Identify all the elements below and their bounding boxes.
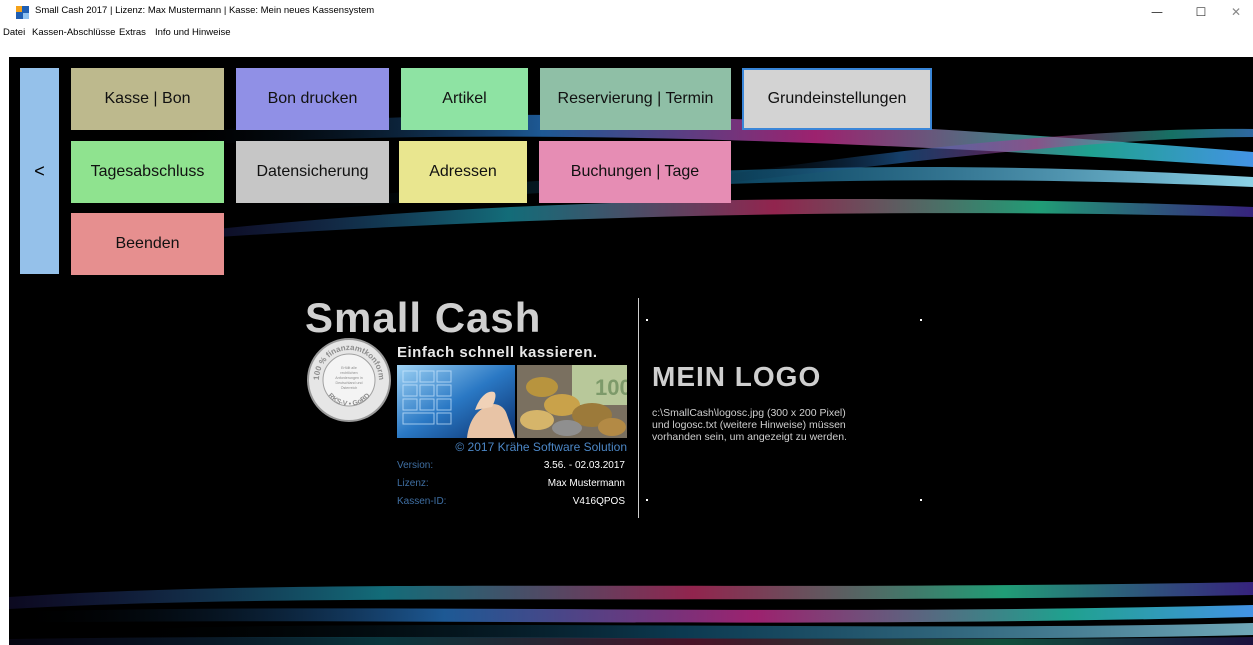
svg-text:100: 100 (595, 375, 627, 400)
register-id-label: Kassen-ID: (397, 496, 447, 507)
tile-bon-drucken[interactable]: Bon drucken (236, 68, 389, 130)
brand-title: Small Cash (305, 294, 542, 341)
tile-tagesabschluss[interactable]: Tagesabschluss (71, 141, 224, 203)
keyboard-photo (397, 365, 515, 438)
license-value: Max Mustermann (547, 478, 625, 489)
license-label: Lizenz: (397, 478, 429, 489)
menu-bar: Datei Kassen-Abschlüsse Extras Info und … (0, 24, 1253, 40)
tile-grundeinstellungen[interactable]: Grundeinstellungen (742, 68, 932, 130)
tile-datensicherung[interactable]: Datensicherung (236, 141, 389, 203)
compliance-seal-icon: 100 % finanzamtkonform RKS-V • GoBD Erfü… (307, 338, 391, 422)
corner-marker (920, 319, 922, 321)
tile-buchungen-tage[interactable]: Buchungen | Tage (539, 141, 731, 203)
menu-kassen-abschluesse[interactable]: Kassen-Abschlüsse (32, 27, 115, 38)
menu-datei[interactable]: Datei (3, 27, 25, 38)
logo-hint-line: und logosc.txt (weitere Hinweise) müssen (652, 419, 846, 431)
menu-extras[interactable]: Extras (119, 27, 146, 38)
corner-marker (646, 499, 648, 501)
register-id-value: V416QPOS (572, 496, 625, 507)
tile-adressen[interactable]: Adressen (399, 141, 527, 203)
version-value: 3.56. - 02.03.2017 (543, 460, 625, 471)
vertical-divider (638, 298, 639, 518)
logo-hint-line: c:\SmallCash\logosc.jpg (300 x 200 Pixel… (652, 407, 846, 419)
money-photo: 100 (517, 365, 627, 438)
dashboard: < Kasse | Bon Bon drucken Artikel Reserv… (9, 57, 1253, 645)
tile-kasse-bon[interactable]: Kasse | Bon (71, 68, 224, 130)
tile-beenden[interactable]: Beenden (71, 213, 224, 275)
maximize-button[interactable]: ☐ (1184, 0, 1218, 24)
close-button[interactable]: ✕ (1219, 0, 1253, 24)
version-label: Version: (397, 460, 434, 471)
back-button[interactable]: < (20, 68, 59, 274)
logo-placeholder-title: MEIN LOGO (652, 361, 822, 392)
copyright-text: © 2017 Krähe Software Solution (455, 440, 627, 454)
title-bar: Small Cash 2017 | Lizenz: Max Mustermann… (0, 0, 1253, 24)
corner-marker (920, 499, 922, 501)
window-title: Small Cash 2017 | Lizenz: Max Mustermann… (35, 5, 375, 16)
corner-marker (646, 319, 648, 321)
tile-artikel[interactable]: Artikel (401, 68, 528, 130)
tile-reservierung-termin[interactable]: Reservierung | Termin (540, 68, 731, 130)
seal-line: Österreich (341, 386, 358, 390)
seal-line: Deutschland und (336, 381, 363, 385)
menu-info-hinweise[interactable]: Info und Hinweise (155, 27, 231, 38)
app-icon (16, 6, 29, 19)
seal-line: rechtlichen (340, 371, 357, 375)
minimize-button[interactable]: — (1140, 0, 1174, 24)
logo-hint-line: vorhanden sein, um angezeigt zu werden. (652, 431, 847, 443)
seal-line: Anforderungen in (335, 376, 363, 380)
seal-line: Erfüllt alle (341, 366, 357, 370)
brand-slogan: Einfach schnell kassieren. (397, 344, 598, 361)
